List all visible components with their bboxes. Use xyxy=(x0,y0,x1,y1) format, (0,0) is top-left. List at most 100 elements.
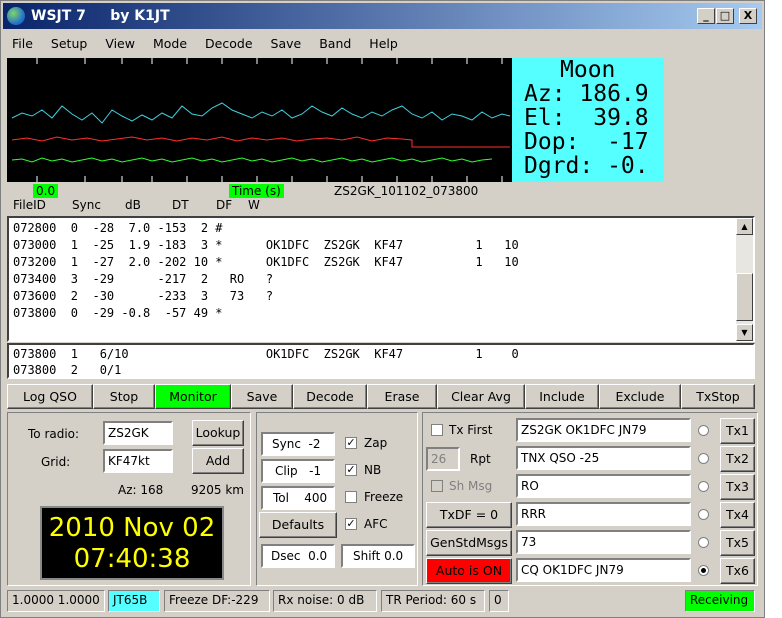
azimuth-label: Az: 168 xyxy=(118,483,164,497)
status-tr-period: TR Period: 60 s xyxy=(381,590,485,612)
dsec-spinner[interactable]: Dsec 0.0 xyxy=(261,544,335,568)
menu-mode[interactable]: Mode xyxy=(144,36,196,51)
tx5-message-input[interactable]: 73 xyxy=(516,530,691,554)
col-header-df: DF xyxy=(216,198,233,212)
decoded-text-box[interactable]: 072800 0 -28 7.0 -153 2 # 073000 1 -25 1.… xyxy=(7,216,755,342)
moon-panel: Moon Az: 186.9 El: 39.8 Dop: -17 Dgrd: -0. xyxy=(512,58,664,182)
scroll-down-icon[interactable]: ▼ xyxy=(736,324,753,341)
col-header-db: dB xyxy=(125,198,141,212)
erase-button[interactable]: Erase xyxy=(367,384,437,409)
tx2-button[interactable]: Tx2 xyxy=(720,446,755,472)
tx5-button[interactable]: Tx5 xyxy=(720,530,755,556)
menu-save[interactable]: Save xyxy=(262,36,311,51)
sh-msg-checkbox[interactable] xyxy=(431,480,443,492)
minimize-button[interactable]: _ xyxy=(697,8,715,24)
spectrum-trace-green xyxy=(11,157,493,163)
status-values: 1.0000 1.0000 xyxy=(7,590,105,612)
exclude-button[interactable]: Exclude xyxy=(599,384,681,409)
tx2-radio[interactable] xyxy=(698,453,709,464)
scroll-thumb[interactable] xyxy=(736,273,753,321)
include-button[interactable]: Include xyxy=(525,384,599,409)
monitor-button[interactable]: Monitor xyxy=(155,384,231,409)
grid-input[interactable]: KF47kt xyxy=(103,449,173,473)
afc-checkbox[interactable]: ✓ xyxy=(345,518,357,530)
main-window: WSJT 7 by K1JT _ □ X File Setup View Mod… xyxy=(0,0,765,618)
status-rx-noise: Rx noise: 0 dB xyxy=(273,590,377,612)
txstop-button[interactable]: TxStop xyxy=(681,384,755,409)
tx3-message-input[interactable]: RO xyxy=(516,474,691,498)
utc-clock: 2010 Nov 02 07:40:38 xyxy=(40,506,224,580)
average-line: 073800 2 0/1 xyxy=(13,363,122,377)
to-radio-label: To radio: xyxy=(28,427,80,441)
grid-label: Grid: xyxy=(41,455,71,469)
freeze-label: Freeze xyxy=(364,490,404,504)
menu-view[interactable]: View xyxy=(96,36,144,51)
tx1-button[interactable]: Tx1 xyxy=(720,418,755,444)
defaults-button[interactable]: Defaults xyxy=(259,512,337,538)
tx4-button[interactable]: Tx4 xyxy=(720,502,755,528)
shift-spinner[interactable]: Shift 0.0 xyxy=(341,544,415,568)
col-header-dt: DT xyxy=(172,198,189,212)
radio-selected-dot xyxy=(701,568,706,573)
distance-label: 9205 km xyxy=(191,483,244,497)
scroll-up-icon[interactable]: ▲ xyxy=(736,218,753,235)
current-file-label: ZS2GK_101102_073800 xyxy=(334,184,479,198)
moon-el: El: 39.8 xyxy=(524,105,649,131)
lookup-button[interactable]: Lookup xyxy=(192,420,244,446)
tx4-message-input[interactable]: RRR xyxy=(516,502,691,526)
txdf-button[interactable]: TxDF = 0 xyxy=(426,502,512,528)
menu-help[interactable]: Help xyxy=(360,36,407,51)
tol-spinner[interactable]: Tol 400 xyxy=(261,486,335,510)
afc-label: AFC xyxy=(364,517,388,531)
decode-scrollbar[interactable]: ▲ ▼ xyxy=(736,218,753,341)
tx6-button[interactable]: Tx6 xyxy=(720,558,755,584)
freeze-checkbox[interactable] xyxy=(345,491,357,503)
menu-file[interactable]: File xyxy=(3,36,42,51)
tx5-radio[interactable] xyxy=(698,537,709,548)
sync-spinner[interactable]: Sync -2 xyxy=(261,432,335,456)
decode-line: 073000 1 -25 1.9 -183 3 * OK1DFC ZS2GK K… xyxy=(13,238,519,252)
tx2-message-input[interactable]: TNX QSO -25 xyxy=(516,446,691,470)
save-button[interactable]: Save xyxy=(231,384,293,409)
tx3-button[interactable]: Tx3 xyxy=(720,474,755,500)
auto-on-button[interactable]: Auto is ON xyxy=(426,558,512,584)
decode-button[interactable]: Decode xyxy=(293,384,367,409)
clear-avg-button[interactable]: Clear Avg xyxy=(437,384,525,409)
clock-time: 07:40:38 xyxy=(73,544,191,574)
col-header-w: W xyxy=(248,198,260,212)
add-button[interactable]: Add xyxy=(192,448,244,474)
log-qso-button[interactable]: Log QSO xyxy=(7,384,93,409)
clip-spinner[interactable]: Clip -1 xyxy=(261,459,335,483)
tx1-message-input[interactable]: ZS2GK OK1DFC JN79 xyxy=(516,418,691,442)
menu-decode[interactable]: Decode xyxy=(196,36,261,51)
spectrum-trace-cyan xyxy=(11,102,511,124)
nb-checkbox[interactable]: ✓ xyxy=(345,464,357,476)
tx1-radio[interactable] xyxy=(698,425,709,436)
tx3-radio[interactable] xyxy=(698,481,709,492)
average-text-box[interactable]: 073800 1 6/10 OK1DFC ZS2GK KF47 1 0 07380… xyxy=(7,343,755,379)
tx6-message-input[interactable]: CQ OK1DFC JN79 xyxy=(516,558,691,582)
spectrum-plot[interactable] xyxy=(7,58,512,182)
moon-dgrd: Dgrd: -0. xyxy=(524,153,649,179)
stop-button[interactable]: Stop xyxy=(93,384,155,409)
decode-line: 073600 2 -30 -233 3 73 ? xyxy=(13,289,274,303)
decoded-lines: 072800 0 -28 7.0 -153 2 # 073000 1 -25 1.… xyxy=(9,218,753,322)
tx6-radio[interactable] xyxy=(698,565,709,576)
spectrum-traces xyxy=(11,58,511,182)
average-line: 073800 1 6/10 OK1DFC ZS2GK KF47 1 0 xyxy=(13,347,519,361)
genstdmsgs-button[interactable]: GenStdMsgs xyxy=(426,530,512,556)
close-button[interactable]: X xyxy=(739,8,757,24)
status-counter: 0 xyxy=(489,590,509,612)
nb-label: NB xyxy=(364,463,382,477)
zap-label: Zap xyxy=(364,436,388,450)
tx4-radio[interactable] xyxy=(698,509,709,520)
decode-line: 073800 0 -29 -0.8 -57 49 * xyxy=(13,306,223,320)
rpt-input[interactable]: 26 xyxy=(426,447,460,471)
maximize-button[interactable]: □ xyxy=(716,8,734,24)
zap-checkbox[interactable]: ✓ xyxy=(345,437,357,449)
to-radio-input[interactable]: ZS2GK xyxy=(103,421,173,445)
tx-first-checkbox[interactable] xyxy=(431,424,443,436)
menu-setup[interactable]: Setup xyxy=(42,36,96,51)
menu-band[interactable]: Band xyxy=(310,36,360,51)
decode-line: 073400 3 -29 -217 2 RO ? xyxy=(13,272,274,286)
